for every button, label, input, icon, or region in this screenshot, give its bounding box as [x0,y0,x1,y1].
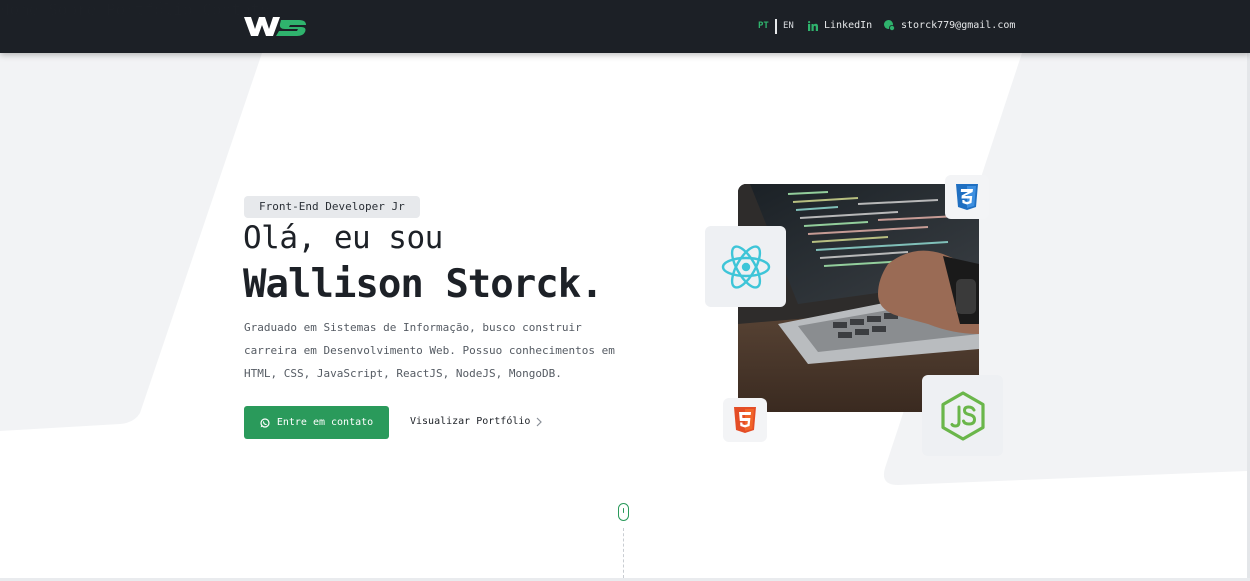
nav-home[interactable]: Home [0,0,39,19]
lang-pt[interactable]: PT [758,21,769,31]
linkedin-label: LinkedIn [824,20,873,31]
view-portfolio-label: Visualizar Portfólio [410,416,531,427]
linkedin-icon [808,20,818,31]
lang-en[interactable]: EN [783,21,794,31]
nodejs-icon [940,390,985,441]
css3-tile [945,175,989,219]
html5-icon [734,407,756,433]
react-icon [721,244,770,289]
description-line: Graduado em Sistemas de Informação, busc… [244,321,582,334]
react-tile [705,226,786,307]
scroll-mouse-icon[interactable] [618,503,629,521]
whatsapp-icon [260,417,270,428]
background-shapes [0,53,1247,485]
contact-button-label: Entre em contato [276,417,374,428]
hero-description: Graduado em Sistemas de Informação, busc… [244,316,615,385]
view-portfolio-link[interactable]: Visualizar Portfólio [410,416,543,427]
top-navigation-bar: Home Sobre Portfólio Contato PT EN Linke… [0,0,1250,53]
logo-icon[interactable] [243,14,307,38]
nodejs-tile [922,375,1003,456]
scroll-indicator-line [623,528,624,578]
email-icon [884,20,895,31]
email-link[interactable]: storck779@gmail.com [884,20,1015,31]
greeting-heading: Olá, eu sou [243,220,443,256]
html5-tile [723,398,767,442]
lang-separator [775,19,777,34]
role-badge: Front-End Developer Jr [244,196,420,218]
chevron-right-icon [536,417,543,426]
nav-sobre[interactable]: Sobre [48,0,96,19]
css3-icon [956,184,978,210]
email-label: storck779@gmail.com [901,20,1016,31]
description-line: HTML, CSS, JavaScript, ReactJS, NodeJS, … [244,367,562,380]
name-heading: Wallison Storck. [243,262,604,307]
description-line: carreira em Desenvolvimento Web. Possuo … [244,344,615,357]
contact-button[interactable]: Entre em contato [244,406,389,439]
linkedin-link[interactable]: LinkedIn [808,20,872,31]
nav-portfolio[interactable]: Portfólio [106,0,193,19]
